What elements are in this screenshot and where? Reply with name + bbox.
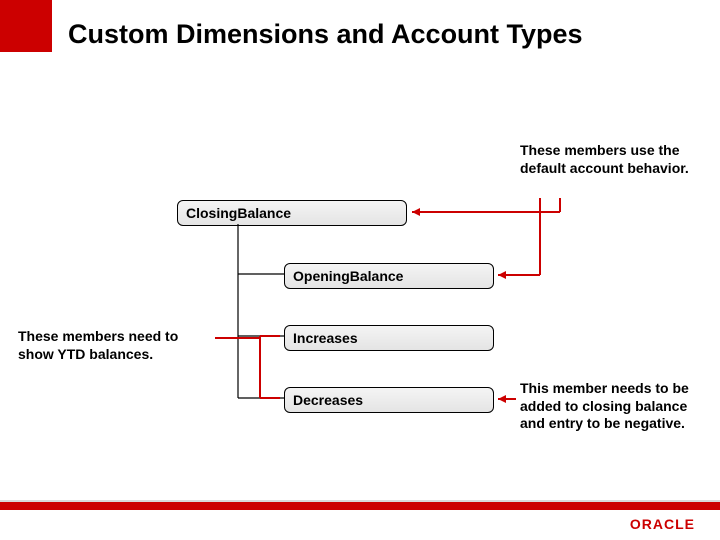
brand-accent-square: [0, 0, 52, 52]
node-increases: Increases: [284, 325, 494, 351]
slide-title: Custom Dimensions and Account Types: [68, 18, 648, 50]
node-decreases: Decreases: [284, 387, 494, 413]
caption-ytd-balances: These members need to show YTD balances.: [18, 328, 213, 363]
footer-accent-bar: [0, 502, 720, 510]
caption-default-behavior: These members use the default account be…: [520, 142, 695, 177]
node-opening-balance: OpeningBalance: [284, 263, 494, 289]
brand-logo: ORACLE: [630, 516, 695, 532]
node-closing-balance: ClosingBalance: [177, 200, 407, 226]
caption-negative-entry: This member needs to be added to closing…: [520, 380, 705, 433]
